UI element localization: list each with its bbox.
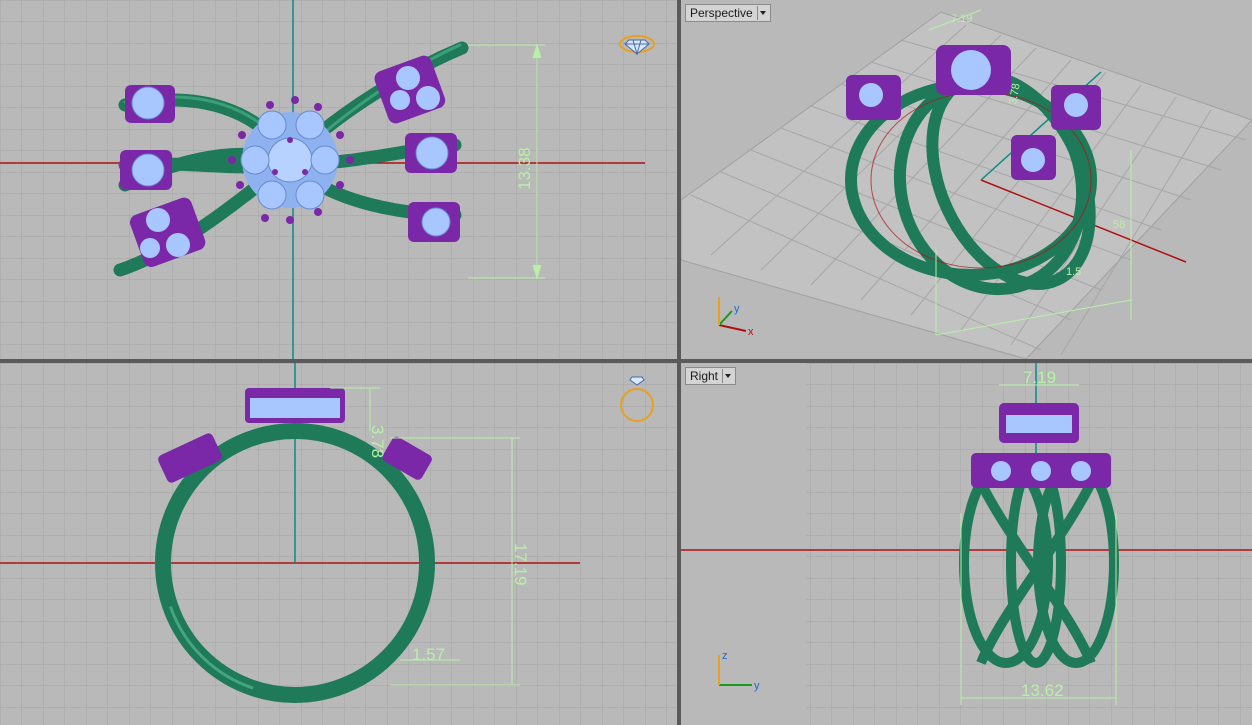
viewport-name: Perspective <box>690 6 753 20</box>
grid <box>0 0 677 359</box>
viewport-front[interactable]: 3.78 17.19 1.57 <box>0 363 677 725</box>
viewport-title-right[interactable]: Right <box>685 367 737 385</box>
dim-label-3: 1.57 <box>412 645 445 664</box>
viewport-top[interactable]: 13.38 <box>0 0 677 359</box>
dim-label-1: 7.19 <box>1023 368 1056 387</box>
gizmo-z-label: z <box>722 650 728 662</box>
axis-gizmo: y z <box>718 650 760 692</box>
top-view-canvas: 13.38 <box>0 0 677 359</box>
right-view-canvas: 7.19 13.62 y z <box>681 363 1252 725</box>
dim-label-4: 1.5 <box>1066 266 1081 278</box>
view-menu-dropdown-icon[interactable] <box>722 369 733 383</box>
dimension-label: 13.38 <box>515 147 534 190</box>
gizmo-y-label: y <box>734 303 740 315</box>
dim-label-3: 58 <box>1113 219 1125 231</box>
axis-gizmo: x y <box>718 297 754 338</box>
gizmo-x-label: x <box>748 326 754 338</box>
view-menu-dropdown-icon[interactable] <box>756 6 768 20</box>
gizmo-y-label: y <box>754 680 760 692</box>
dim-label-2: 17.19 <box>511 543 530 586</box>
dim-label-1: 7.19 <box>951 13 972 25</box>
viewport-name: Right <box>690 369 719 383</box>
dim-label-2: 13.62 <box>1021 681 1064 700</box>
perspective-view-canvas: 7.19 3.78 58 1.5 x y <box>681 9 1252 359</box>
viewport-perspective[interactable]: 7.19 3.78 58 1.5 x y Perspective <box>681 0 1252 359</box>
front-view-canvas: 3.78 17.19 1.57 <box>0 363 677 725</box>
viewport-title-perspective[interactable]: Perspective <box>685 4 771 22</box>
viewport-right[interactable]: 7.19 13.62 y z Right <box>681 363 1252 725</box>
dim-label-1: 3.78 <box>368 425 387 458</box>
